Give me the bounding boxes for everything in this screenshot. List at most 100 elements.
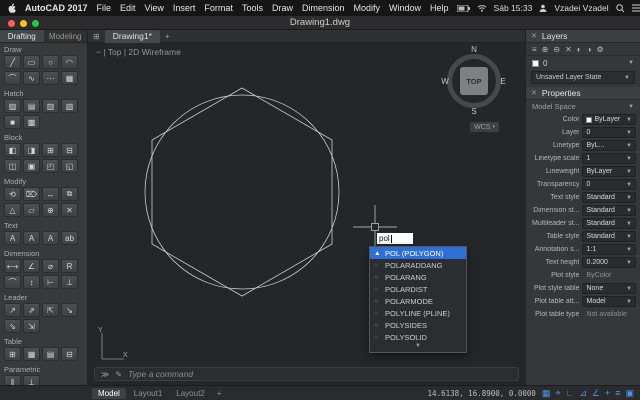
wcs-selector[interactable]: WCS ▾ [470, 122, 499, 132]
leader-tool-icon[interactable]: ↘ [61, 303, 78, 317]
block-tool-icon[interactable]: ◨ [23, 143, 40, 157]
tab-drafting[interactable]: Drafting [0, 30, 44, 43]
draw-tool-icon[interactable]: ▦ [61, 71, 78, 85]
layer-tool-icon-5[interactable]: ◑ [587, 45, 592, 54]
autocomplete-item-polyline-pline[interactable]: ○ POLYLINE (PLINE) [370, 307, 466, 319]
notification-center-icon[interactable] [631, 4, 640, 12]
property-value[interactable]: Standard ▼ [582, 218, 636, 229]
apple-icon[interactable] [8, 2, 17, 14]
menu-item-modify[interactable]: Modify [354, 3, 381, 13]
property-value[interactable]: None ▼ [582, 283, 636, 294]
menu-user-name[interactable]: Vzadei Vzadel [554, 3, 608, 13]
block-tool-icon[interactable]: ◰ [42, 159, 59, 173]
layer-tool-icon-1[interactable]: ⊕ [542, 45, 549, 54]
modify-tool-icon[interactable]: ⊕ [42, 203, 59, 217]
property-value[interactable]: Standard ▼ [582, 231, 636, 242]
menu-item-view[interactable]: View [145, 3, 164, 13]
table-tool-icon[interactable]: ▤ [42, 347, 59, 361]
property-value[interactable]: 1:1 ▼ [582, 244, 636, 255]
table-tool-icon[interactable]: ⊞ [4, 347, 21, 361]
viewcube-top-face[interactable]: TOP [460, 67, 488, 95]
draw-tool-icon[interactable]: ∿ [23, 71, 40, 85]
parametric-tool-icon[interactable]: ⊥ [23, 375, 40, 385]
viewcube-north[interactable]: N [469, 45, 479, 54]
dimension-tool-icon[interactable]: ∠ [23, 259, 40, 273]
dimension-tool-icon[interactable]: ↕ [23, 275, 40, 289]
text-tool-icon[interactable]: A [42, 231, 59, 245]
text-tool-icon[interactable]: A [4, 231, 21, 245]
modify-tool-icon[interactable]: ⌦ [23, 187, 40, 201]
viewcube-west[interactable]: W [440, 77, 450, 86]
block-tool-icon[interactable]: ⊟ [61, 143, 78, 157]
block-tool-icon[interactable]: ◱ [61, 159, 78, 173]
property-value[interactable]: 0 ▼ [582, 127, 636, 138]
leader-tool-icon[interactable]: ⇘ [4, 319, 21, 333]
draw-tool-icon[interactable]: ╱ [4, 55, 21, 69]
search-icon[interactable] [615, 3, 625, 13]
model-space-canvas[interactable]: ⊞ Drawing1* + − | Top | 2D Wireframe N W… [88, 30, 525, 385]
property-value[interactable]: ByLayer ▼ [582, 114, 636, 125]
new-layout-button[interactable]: + [217, 389, 222, 398]
dimension-tool-icon[interactable]: ⌀ [42, 259, 59, 273]
viewcube-south[interactable]: S [469, 107, 479, 116]
status-toggle-icon-7[interactable]: ▣ [625, 388, 634, 399]
text-tool-icon[interactable]: A [23, 231, 40, 245]
layout-tab-model[interactable]: Model [92, 387, 126, 399]
status-toggle-icon-5[interactable]: + [605, 388, 610, 399]
command-line-bar[interactable]: ≫ ✎ Type a command [94, 367, 519, 381]
menu-item-autocad-2017[interactable]: AutoCAD 2017 [25, 3, 88, 13]
layer-tool-icon-2[interactable]: ⊖ [553, 45, 560, 54]
autocomplete-item-polarmode[interactable]: ○ POLARMODE [370, 295, 466, 307]
hatch-tool-icon[interactable]: ▧ [61, 99, 78, 113]
layout-tab-layout2[interactable]: Layout2 [170, 388, 210, 399]
menu-item-help[interactable]: Help [430, 3, 449, 13]
menu-item-file[interactable]: File [97, 3, 112, 13]
property-value[interactable]: 0.2000 ▼ [582, 257, 636, 268]
layer-tool-icon-6[interactable]: ⚙ [596, 45, 603, 54]
status-toggle-icon-3[interactable]: ⊿ [579, 388, 587, 399]
layer-tool-icon-4[interactable]: ◐ [577, 45, 582, 54]
property-value[interactable]: ByL... ▼ [582, 140, 636, 151]
block-tool-icon[interactable]: ⊞ [42, 143, 59, 157]
draw-tool-icon[interactable]: ⋯ [42, 71, 59, 85]
menu-item-window[interactable]: Window [389, 3, 421, 13]
viewcube[interactable]: N W E S TOP [439, 45, 509, 116]
leader-tool-icon[interactable]: ⇲ [23, 319, 40, 333]
modify-tool-icon[interactable]: ✕ [61, 203, 78, 217]
modify-tool-icon[interactable]: △ [4, 203, 21, 217]
modify-tool-icon[interactable]: ▱ [23, 203, 40, 217]
menu-clock[interactable]: Sáb 15:33 [494, 3, 533, 13]
status-toggle-icon-2[interactable]: ∟ [566, 388, 575, 399]
menu-item-insert[interactable]: Insert [173, 3, 196, 13]
close-icon[interactable]: ✕ [531, 89, 537, 97]
draw-tool-icon[interactable]: ◠ [61, 55, 78, 69]
layer-state-dropdown[interactable]: Unsaved Layer State ▼ [531, 71, 635, 84]
autocomplete-item-polysides[interactable]: ○ POLYSIDES [370, 319, 466, 331]
autocomplete-item-pol-polygon[interactable]: ▲ POL (POLYGON) [370, 247, 466, 259]
block-tool-icon[interactable]: ◧ [4, 143, 21, 157]
current-layer-selector[interactable]: 0 ▼ [526, 56, 640, 70]
property-value[interactable]: Standard ▼ [582, 192, 636, 203]
close-icon[interactable]: ✕ [531, 32, 537, 40]
table-tool-icon[interactable]: ▦ [23, 347, 40, 361]
modify-tool-icon[interactable]: ↔ [42, 187, 59, 201]
menu-item-dimension[interactable]: Dimension [302, 3, 345, 13]
property-value[interactable]: Model ▼ [582, 296, 636, 307]
block-tool-icon[interactable]: ▣ [23, 159, 40, 173]
draw-tool-icon[interactable]: ○ [42, 55, 59, 69]
status-toggle-icon-4[interactable]: ∠ [592, 388, 600, 399]
draw-tool-icon[interactable]: ▭ [23, 55, 40, 69]
autocomplete-item-polysolid[interactable]: ○ POLYSOLID [370, 331, 466, 343]
hatch-tool-icon[interactable]: ▨ [4, 99, 21, 113]
autocomplete-expand-icon[interactable]: ▼ [370, 343, 466, 352]
hatch-tool-icon[interactable]: ▩ [23, 115, 40, 129]
menu-item-tools[interactable]: Tools [242, 3, 263, 13]
dimension-tool-icon[interactable]: ⊥ [61, 275, 78, 289]
properties-space-selector[interactable]: Model Space ▼ [526, 100, 640, 113]
leader-tool-icon[interactable]: ⇱ [42, 303, 59, 317]
modify-tool-icon[interactable]: ⧉ [61, 187, 78, 201]
customize-icon[interactable]: ✎ [115, 370, 122, 379]
menu-item-format[interactable]: Format [204, 3, 233, 13]
autocomplete-item-polardist[interactable]: ○ POLARDIST [370, 283, 466, 295]
status-toggle-icon-1[interactable]: ⌖ [555, 388, 560, 399]
